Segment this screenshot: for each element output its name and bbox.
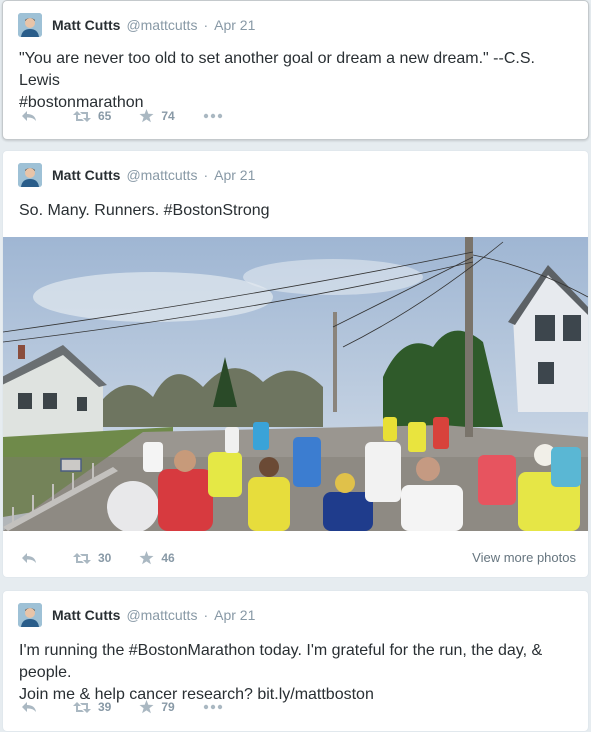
tweet-header: Matt Cutts @mattcutts · Apr 21 bbox=[18, 13, 255, 37]
retweet-button[interactable]: 30 bbox=[73, 551, 111, 565]
separator: · bbox=[203, 17, 209, 33]
retweet-icon bbox=[73, 110, 91, 122]
reply-button[interactable] bbox=[21, 110, 37, 122]
fullname[interactable]: Matt Cutts bbox=[52, 17, 120, 33]
tweet-header: Matt Cutts @mattcutts · Apr 21 bbox=[18, 603, 255, 627]
timestamp[interactable]: Apr 21 bbox=[214, 607, 255, 623]
username[interactable]: @mattcutts bbox=[126, 17, 197, 33]
marathon-photo bbox=[3, 237, 588, 531]
more-icon bbox=[203, 113, 222, 119]
timestamp[interactable]: Apr 21 bbox=[214, 167, 255, 183]
username[interactable]: @mattcutts bbox=[126, 167, 197, 183]
tweet-actions: 30 46 bbox=[21, 548, 203, 568]
tweet-text: So. Many. Runners. #BostonStrong bbox=[19, 200, 574, 222]
favorite-count: 46 bbox=[161, 551, 175, 565]
separator: · bbox=[203, 167, 209, 183]
favorite-button[interactable]: 74 bbox=[139, 109, 175, 123]
username[interactable]: @mattcutts bbox=[126, 607, 197, 623]
tweet-card[interactable]: Matt Cutts @mattcutts · Apr 21 "You are … bbox=[2, 0, 589, 140]
more-button[interactable] bbox=[203, 704, 223, 710]
more-icon bbox=[203, 704, 222, 710]
view-more-photos-link[interactable]: View more photos bbox=[472, 550, 576, 565]
retweet-count: 39 bbox=[98, 700, 112, 714]
retweet-count: 30 bbox=[98, 551, 112, 565]
star-icon bbox=[139, 700, 154, 714]
star-icon bbox=[139, 551, 154, 565]
tweet-text-line: I'm running the #BostonMarathon today. I… bbox=[19, 642, 543, 681]
avatar[interactable] bbox=[18, 163, 42, 187]
fullname[interactable]: Matt Cutts bbox=[52, 167, 120, 183]
tweet-text: "You are never too old to set another go… bbox=[19, 48, 574, 114]
tweet-actions: 65 74 bbox=[21, 106, 251, 126]
reply-icon bbox=[22, 702, 36, 712]
tweet-photo[interactable] bbox=[3, 237, 588, 531]
avatar[interactable] bbox=[18, 13, 42, 37]
favorite-count: 74 bbox=[161, 109, 175, 123]
more-button[interactable] bbox=[203, 113, 223, 119]
star-icon bbox=[139, 109, 154, 123]
favorite-count: 79 bbox=[161, 700, 175, 714]
tweet-header: Matt Cutts @mattcutts · Apr 21 bbox=[18, 163, 255, 187]
tweet-card[interactable]: Matt Cutts @mattcutts · Apr 21 I'm runni… bbox=[2, 590, 589, 732]
tweet-text-line: "You are never too old to set another go… bbox=[19, 50, 535, 89]
avatar[interactable] bbox=[18, 603, 42, 627]
reply-button[interactable] bbox=[21, 552, 37, 564]
reply-button[interactable] bbox=[21, 701, 37, 713]
retweet-icon bbox=[73, 552, 91, 564]
retweet-button[interactable]: 65 bbox=[73, 109, 111, 123]
retweet-count: 65 bbox=[98, 109, 112, 123]
favorite-button[interactable]: 46 bbox=[139, 551, 175, 565]
separator: · bbox=[203, 607, 209, 623]
fullname[interactable]: Matt Cutts bbox=[52, 607, 120, 623]
favorite-button[interactable]: 79 bbox=[139, 700, 175, 714]
tweet-card[interactable]: Matt Cutts @mattcutts · Apr 21 So. Many.… bbox=[2, 150, 589, 578]
retweet-button[interactable]: 39 bbox=[73, 700, 111, 714]
reply-icon bbox=[22, 553, 36, 563]
tweet-actions: 39 79 bbox=[21, 697, 251, 717]
tweet-text-line: So. Many. Runners. #BostonStrong bbox=[19, 202, 270, 219]
reply-icon bbox=[22, 111, 36, 121]
retweet-icon bbox=[73, 701, 91, 713]
timestamp[interactable]: Apr 21 bbox=[214, 17, 255, 33]
